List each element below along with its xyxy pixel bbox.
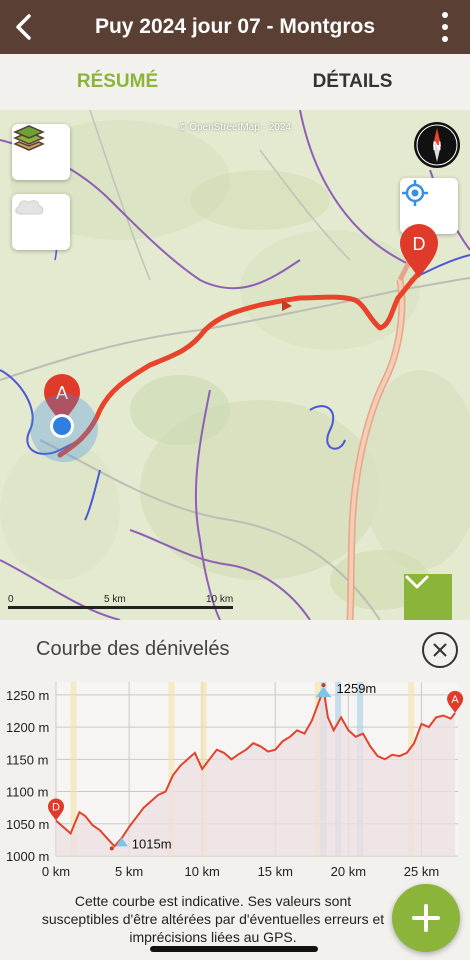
profile-start-marker-label: D (52, 802, 60, 814)
page-title: Puy 2024 jour 07 - Montgros (94, 15, 376, 38)
map-view[interactable]: © OpenStreetMap · 2024 N A D 0 5 km 10 k… (0, 110, 470, 620)
elevation-panel: Courbe des dénivelés 1250 m 1200 m 1150 m1… (0, 620, 470, 960)
weather-button[interactable] (12, 194, 70, 250)
disclaimer-text: Cette courbe est indicative. Ses valeurs… (41, 893, 385, 945)
add-button[interactable] (392, 884, 460, 952)
plus-icon (412, 904, 440, 932)
back-arrow-icon[interactable] (10, 12, 40, 42)
tab-resume[interactable]: RÉSUMÉ (0, 54, 235, 110)
scale-bar: 0 5 km 10 km (8, 590, 236, 620)
y-tick-label: 1200 m (6, 720, 49, 735)
current-location-icon (30, 394, 98, 462)
y-axis-ticks: 1250 m 1200 m 1150 m 1100 m 1050 m 1000 m (6, 688, 49, 864)
compass-north-label: N (433, 139, 442, 153)
tab-bar: RÉSUMÉ DÉTAILS (0, 54, 470, 164)
close-button[interactable] (422, 632, 458, 668)
y-tick-label: 1000 m (6, 849, 49, 864)
min-elevation-label: 1015m (132, 836, 172, 851)
y-tick-label: 1050 m (6, 817, 49, 832)
y-tick-label: 1250 m (6, 688, 49, 703)
x-tick-label: 25 km (404, 864, 439, 878)
layers-button[interactable] (12, 124, 70, 180)
end-marker-icon[interactable]: D (398, 222, 440, 280)
scale-label-0: 0 (8, 594, 14, 605)
cloud-icon (15, 200, 44, 215)
x-axis-ticks: 0 km 5 km 10 km 15 km 20 km 25 km (42, 864, 439, 878)
x-tick-label: 5 km (115, 864, 143, 878)
elevation-title: Courbe des dénivelés (36, 638, 230, 660)
tab-details[interactable]: DÉTAILS (235, 54, 470, 110)
max-elevation-label: 1259m (337, 681, 377, 696)
elevation-chart[interactable]: 1250 m 1200 m 1150 m 1100 m 1050 m 1000 m 0 k… (0, 678, 470, 878)
end-marker-label: D (413, 234, 426, 254)
scale-line (8, 606, 233, 609)
compass-icon[interactable]: N (414, 122, 460, 168)
collapse-map-button[interactable] (404, 574, 452, 620)
y-tick-label: 1100 m (6, 785, 48, 800)
scale-label-5km: 5 km (104, 594, 126, 605)
x-tick-label: 10 km (184, 864, 219, 878)
top-bar: Puy 2024 jour 07 - Montgros (0, 0, 470, 54)
max-point-dot (321, 683, 326, 688)
more-vertical-icon[interactable] (438, 12, 452, 42)
x-tick-label: 20 km (331, 864, 366, 878)
map-attribution: © OpenStreetMap · 2024 (179, 122, 291, 133)
min-point-dot (109, 846, 114, 851)
x-tick-label: 0 km (42, 864, 70, 878)
close-icon (433, 643, 447, 657)
crosshair-icon (402, 180, 428, 206)
y-tick-label: 1150 m (6, 752, 48, 767)
scale-label-10km: 10 km (206, 594, 234, 605)
layers-icon (13, 125, 45, 151)
chevron-down-icon (405, 575, 429, 589)
x-tick-label: 15 km (258, 864, 293, 878)
home-indicator (150, 946, 318, 952)
profile-end-marker-label: A (451, 694, 459, 706)
